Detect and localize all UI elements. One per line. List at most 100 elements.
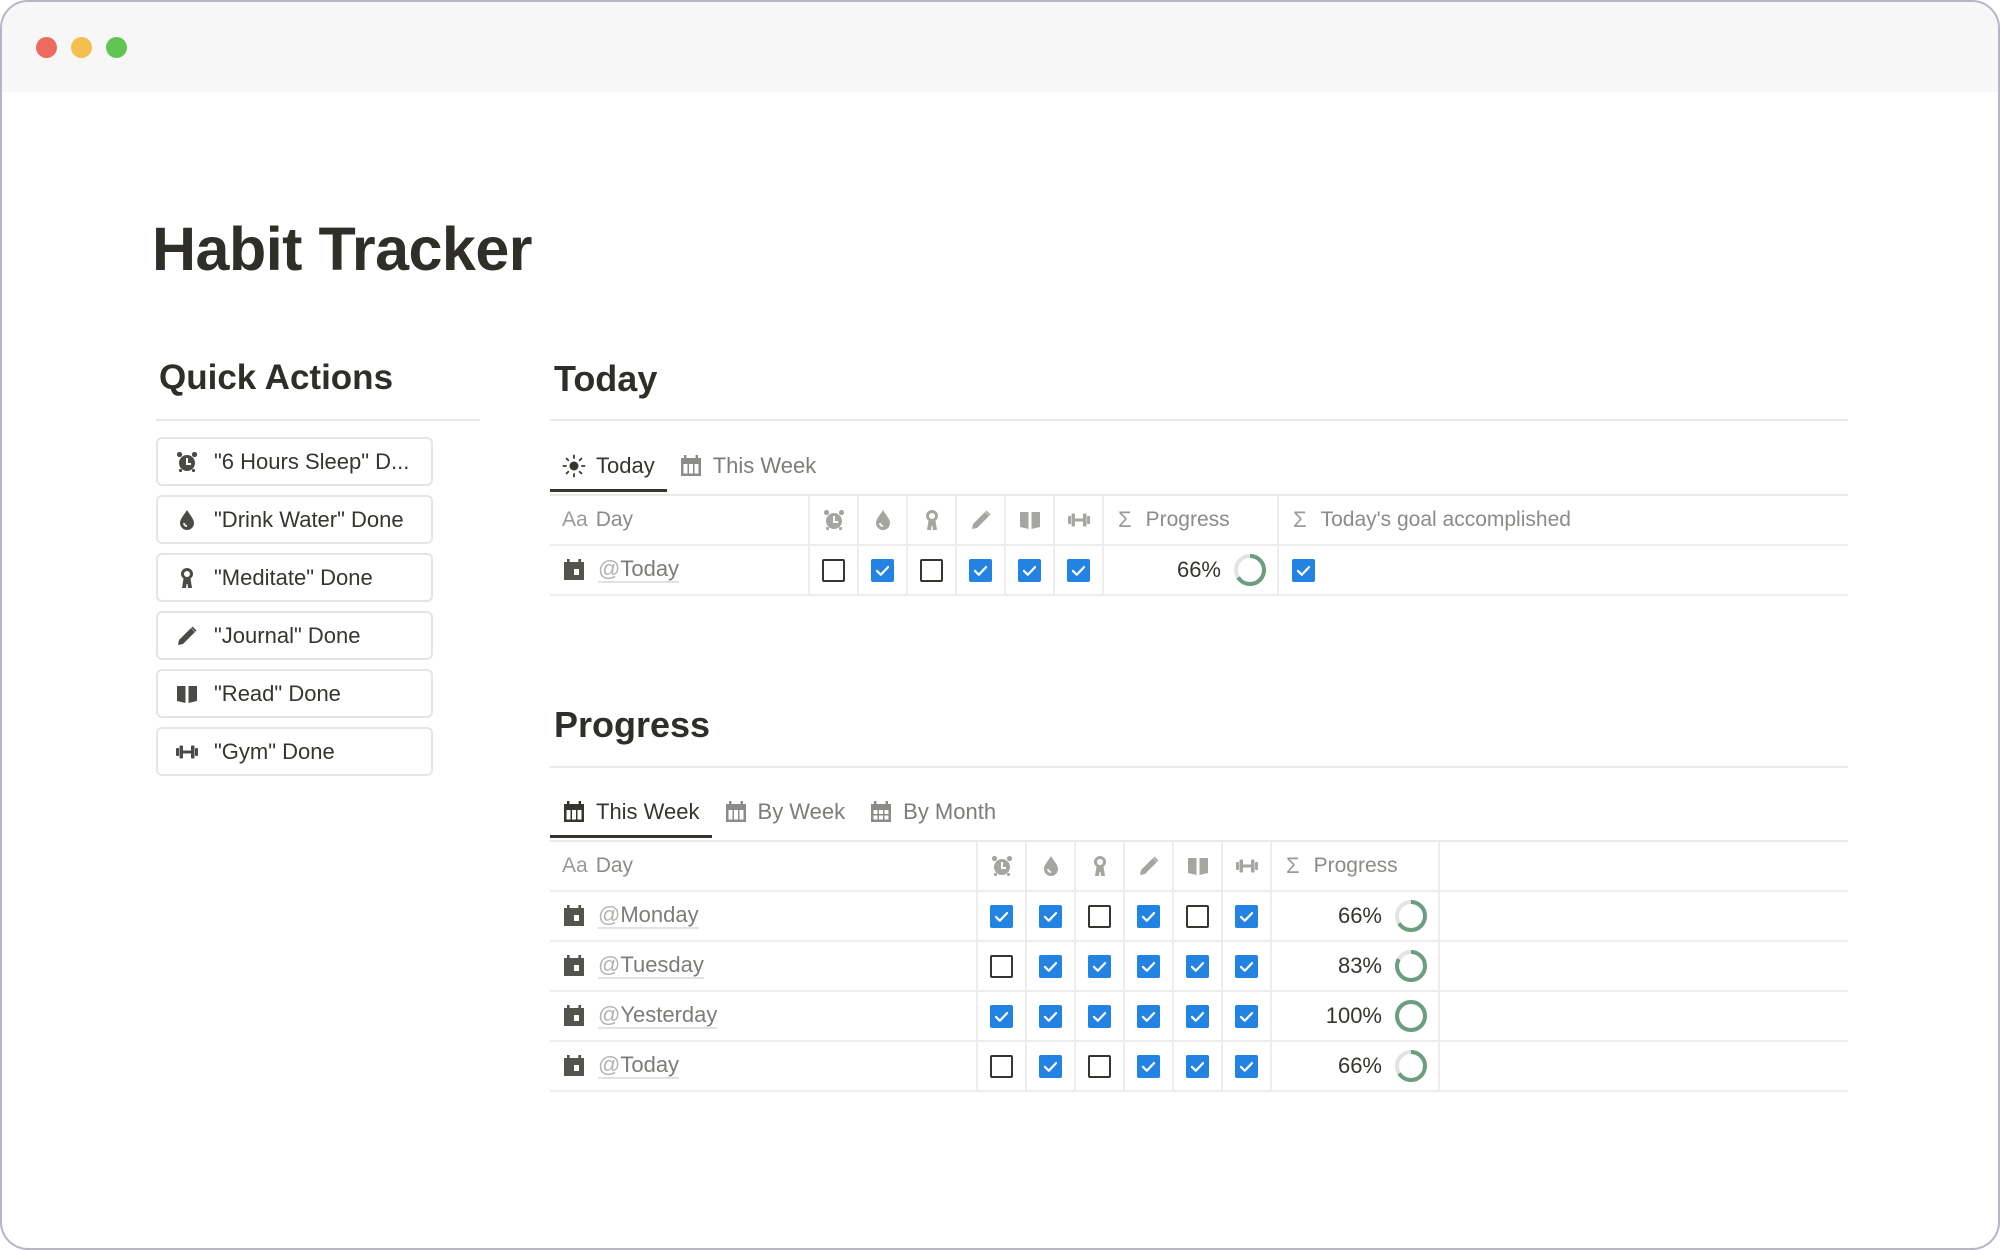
habit-check-cell (1076, 1042, 1125, 1090)
checkbox-checked[interactable] (1186, 1004, 1209, 1028)
checkbox-checked[interactable] (1137, 1054, 1160, 1078)
column-header-journal[interactable] (1125, 842, 1174, 890)
checkbox-checked[interactable] (1088, 954, 1111, 978)
checkbox-checked[interactable] (1018, 558, 1041, 582)
date-mention-link[interactable]: @Yesterday (598, 1002, 718, 1029)
column-header-goal[interactable]: Σ Today's goal accomplished (1279, 496, 1848, 544)
column-header-read[interactable] (1174, 842, 1223, 890)
checkbox-checked[interactable] (1067, 558, 1090, 582)
dumbbell-icon (1235, 854, 1259, 878)
maximize-window-button[interactable] (106, 37, 127, 58)
checkbox-checked[interactable] (1137, 1004, 1160, 1028)
checkbox-checked[interactable] (1137, 954, 1160, 978)
column-header-6-hours-sleep[interactable] (810, 496, 859, 544)
progress-percent: 100% (1325, 1003, 1382, 1028)
date-mention-link[interactable]: @Tuesday (598, 953, 704, 979)
quick-action-button[interactable]: "Gym" Done (156, 727, 434, 776)
column-header-drink-water[interactable] (1027, 842, 1076, 890)
close-window-button[interactable] (36, 37, 57, 58)
tab-this-week[interactable]: This Week (550, 787, 712, 838)
date-mention-link[interactable]: @Today (598, 1053, 680, 1079)
column-header-gym[interactable] (1055, 496, 1104, 544)
checkbox-checked[interactable] (871, 558, 894, 582)
habit-check-cell (1076, 992, 1125, 1040)
habit-check-cell (810, 546, 859, 594)
quick-action-button[interactable]: "Journal" Done (156, 611, 434, 660)
habit-check-cell (1027, 892, 1076, 940)
checkbox-checked[interactable] (1039, 954, 1062, 978)
column-header-drink-water[interactable] (859, 496, 908, 544)
column-header-meditate[interactable] (1076, 842, 1125, 890)
checkbox-unchecked[interactable] (990, 1054, 1013, 1078)
checkbox-checked[interactable] (1088, 1004, 1111, 1028)
habit-check-cell (1174, 992, 1223, 1040)
column-header-6-hours-sleep[interactable] (978, 842, 1027, 890)
water-drop-icon (174, 507, 200, 533)
column-header-meditate[interactable] (908, 496, 957, 544)
checkbox-unchecked[interactable] (1186, 904, 1209, 928)
checkbox-checked[interactable] (1039, 1054, 1062, 1078)
table-row[interactable]: @Tuesday 83% (550, 942, 1848, 992)
checkbox-checked[interactable] (1039, 1004, 1062, 1028)
column-header-read[interactable] (1006, 496, 1055, 544)
checkbox-checked[interactable] (1039, 904, 1062, 928)
day-label: Yesterday (620, 1002, 718, 1027)
checkbox-checked[interactable] (1186, 954, 1209, 978)
checkbox-checked[interactable] (1137, 904, 1160, 928)
checkbox-checked[interactable] (1235, 1004, 1258, 1028)
day-cell[interactable]: @Tuesday (550, 942, 978, 990)
table-row[interactable]: @Today 66% (550, 546, 1848, 596)
progress-ring (1394, 899, 1428, 933)
column-header-gym[interactable] (1223, 842, 1272, 890)
tab-this-week[interactable]: This Week (667, 441, 829, 491)
tab-by-week[interactable]: By Week (712, 787, 858, 837)
tab-today[interactable]: Today (550, 441, 667, 492)
date-mention-link[interactable]: @Today (598, 557, 680, 583)
day-cell[interactable]: @Today (550, 1042, 978, 1090)
checkbox-unchecked[interactable] (920, 558, 943, 582)
mention-at-sign: @ (598, 902, 621, 927)
checkbox-checked[interactable] (969, 558, 992, 582)
quick-action-button[interactable]: "Meditate" Done (156, 553, 434, 602)
checkbox-unchecked[interactable] (990, 954, 1013, 978)
table-header-row: Aa Day Σ Progress (550, 842, 1848, 892)
day-cell[interactable]: @Today (550, 546, 810, 594)
checkbox-checked[interactable] (1186, 1054, 1209, 1078)
tab-label: By Month (903, 799, 997, 824)
column-header-day[interactable]: Aa Day (550, 496, 810, 544)
column-header-progress[interactable]: Σ Progress (1104, 496, 1279, 544)
checkbox-checked[interactable] (1292, 558, 1315, 582)
day-cell[interactable]: @Yesterday (550, 992, 978, 1040)
column-header-progress[interactable]: Σ Progress (1272, 842, 1440, 890)
checkbox-unchecked[interactable] (1088, 904, 1111, 928)
checkbox-unchecked[interactable] (822, 558, 845, 582)
column-header-day[interactable]: Aa Day (550, 842, 978, 890)
checkbox-checked[interactable] (990, 1004, 1013, 1028)
text-property-icon: Aa (562, 854, 588, 877)
quick-action-button[interactable]: "Read" Done (156, 669, 434, 718)
day-cell[interactable]: @Monday (550, 892, 978, 940)
water-drop-icon (1039, 854, 1063, 878)
quick-action-button[interactable]: "6 Hours Sleep" D... (156, 437, 434, 486)
progress-cell: 66% (1272, 892, 1440, 940)
table-row[interactable]: @Yesterday 100% (550, 992, 1848, 1042)
checkbox-checked[interactable] (990, 904, 1013, 928)
pencil-icon (174, 623, 200, 649)
table-row[interactable]: @Today 66% (550, 1042, 1848, 1092)
quick-action-button[interactable]: "Drink Water" Done (156, 495, 434, 544)
checkbox-unchecked[interactable] (1088, 1054, 1111, 1078)
table-row[interactable]: @Monday 66% (550, 892, 1848, 942)
checkbox-checked[interactable] (1235, 954, 1258, 978)
calendar-month-icon (869, 800, 893, 824)
tab-by-month[interactable]: By Month (857, 787, 1008, 837)
minimize-window-button[interactable] (71, 37, 92, 58)
empty-cell (1440, 942, 1848, 990)
quick-action-label: "Read" Done (214, 680, 341, 706)
habit-check-cell (859, 546, 908, 594)
checkbox-checked[interactable] (1235, 904, 1258, 928)
progress-ring (1394, 1049, 1428, 1083)
date-mention-link[interactable]: @Monday (598, 903, 699, 929)
column-header-journal[interactable] (957, 496, 1006, 544)
checkbox-checked[interactable] (1235, 1054, 1258, 1078)
column-label: Progress (1313, 854, 1398, 877)
